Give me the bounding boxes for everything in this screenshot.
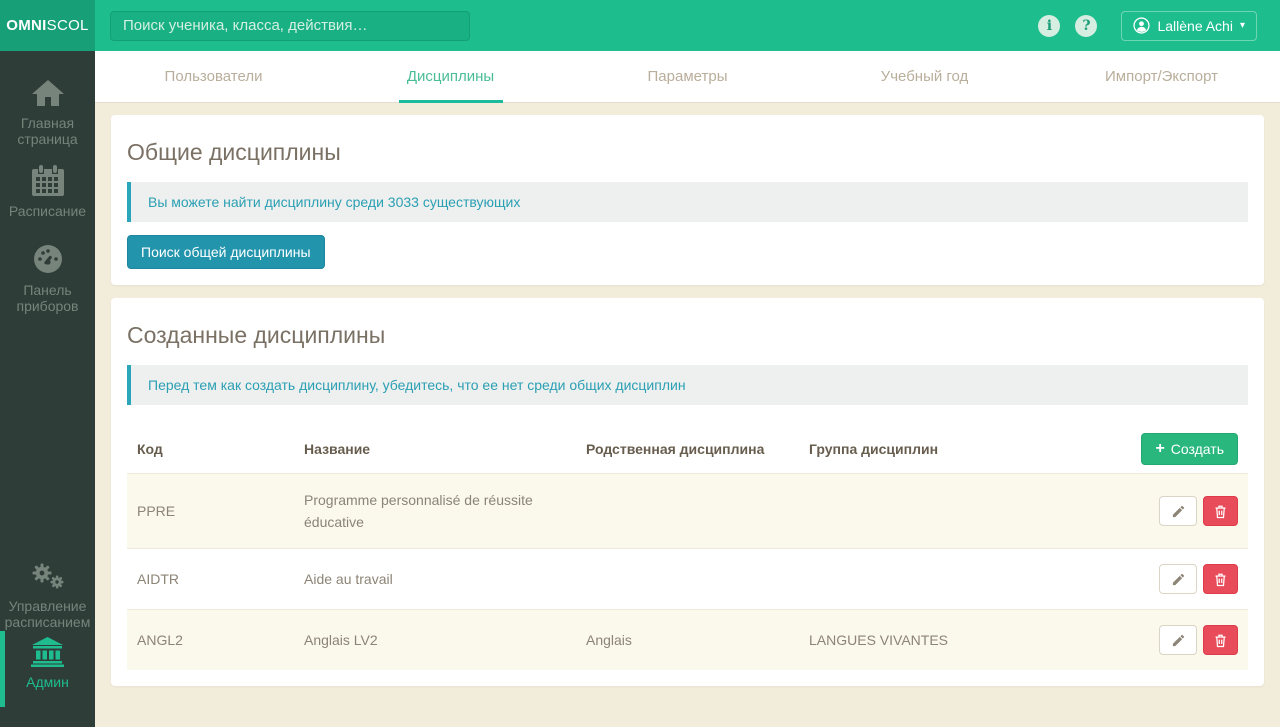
column-header-group: Группа дисциплин	[799, 425, 1029, 474]
caret-down-icon: ▾	[1240, 21, 1245, 31]
tab-disciplines[interactable]: Дисциплины	[332, 51, 569, 102]
cell-code: ANGL2	[127, 610, 294, 671]
sidebar-item-schedule-management[interactable]: Управление расписанием	[0, 554, 95, 636]
plus-icon: +	[1155, 441, 1164, 457]
column-header-name: Название	[294, 425, 576, 474]
help-icon[interactable]: ?	[1075, 15, 1097, 37]
edit-button[interactable]	[1159, 564, 1197, 594]
search-input[interactable]	[110, 11, 470, 41]
sidebar-item-label: Админ	[26, 674, 69, 690]
sidebar-item-label: Панель приборов	[4, 282, 91, 314]
column-header-code: Код	[127, 425, 294, 474]
calendar-icon	[32, 165, 64, 196]
common-disciplines-panel: Общие дисциплины Вы можете найти дисципл…	[111, 115, 1264, 285]
cell-code: PPRE	[127, 474, 294, 549]
cell-name: Anglais LV2	[294, 610, 576, 671]
user-name: Lallène Achi	[1157, 18, 1233, 34]
common-disciplines-title: Общие дисциплины	[127, 139, 1248, 166]
content-area: Пользователи Дисциплины Параметры Учебны…	[95, 51, 1280, 727]
cell-code: AIDTR	[127, 549, 294, 610]
cell-parent: Anglais	[576, 610, 799, 671]
cell-name: Aide au travail	[294, 549, 576, 610]
created-disciplines-info-text: Перед тем как создать дисциплину, убедит…	[148, 377, 686, 393]
topbar-right: i ? Lallène Achi ▾	[1023, 11, 1280, 41]
topbar: OMNISCOL i ? Lallène Achi ▾	[0, 0, 1280, 51]
sidebar-item-label: Главная страница	[4, 115, 91, 147]
pencil-icon	[1171, 572, 1186, 587]
table-row: AIDTR Aide au travail	[127, 549, 1248, 610]
cell-group	[799, 474, 1029, 549]
tab-parameters[interactable]: Параметры	[569, 51, 806, 102]
tab-school-year[interactable]: Учебный год	[806, 51, 1043, 102]
sidebar-item-label: Управление расписанием	[4, 598, 91, 630]
created-disciplines-info-banner: Перед тем как создать дисциплину, убедит…	[127, 365, 1248, 405]
info-icon[interactable]: i	[1038, 15, 1060, 37]
trash-icon	[1213, 572, 1228, 587]
cell-group: LANGUES VIVANTES	[799, 610, 1029, 671]
edit-button[interactable]	[1159, 496, 1197, 526]
home-icon	[31, 78, 65, 108]
user-menu-button[interactable]: Lallène Achi ▾	[1121, 11, 1257, 41]
create-discipline-button[interactable]: + Создать	[1141, 433, 1238, 465]
sidebar-item-schedule[interactable]: Расписание	[0, 159, 95, 225]
cell-parent	[576, 549, 799, 610]
sidebar-item-admin[interactable]: Админ	[0, 631, 95, 707]
column-header-parent: Родственная дисциплина	[576, 425, 799, 474]
admin-tabbar: Пользователи Дисциплины Параметры Учебны…	[95, 51, 1280, 103]
bank-icon	[31, 637, 64, 667]
create-button-label: Создать	[1171, 441, 1224, 457]
sidebar-item-label: Расписание	[9, 203, 86, 219]
tab-import-export[interactable]: Импорт/Экспорт	[1043, 51, 1280, 102]
cell-name: Programme personnalisé de réussite éduca…	[294, 474, 576, 549]
common-disciplines-info-banner: Вы можете найти дисциплину среди 3033 су…	[127, 182, 1248, 222]
delete-button[interactable]	[1203, 564, 1238, 594]
main-panel: Общие дисциплины Вы можете найти дисципл…	[95, 103, 1280, 726]
pencil-icon	[1171, 504, 1186, 519]
created-disciplines-title: Созданные дисциплины	[127, 322, 1248, 349]
created-disciplines-table: Код Название Родственная дисциплина Груп…	[127, 425, 1248, 670]
table-row: ANGL2 Anglais LV2 Anglais LANGUES VIVANT…	[127, 610, 1248, 671]
cell-group	[799, 549, 1029, 610]
cell-parent	[576, 474, 799, 549]
person-icon	[1133, 17, 1150, 34]
table-row: PPRE Programme personnalisé de réussite …	[127, 474, 1248, 549]
sidebar-item-dashboard[interactable]: Панель приборов	[0, 237, 95, 320]
search-common-discipline-button[interactable]: Поиск общей дисциплины	[127, 235, 325, 269]
common-disciplines-info-text: Вы можете найти дисциплину среди 3033 су…	[148, 194, 520, 210]
delete-button[interactable]	[1203, 496, 1238, 526]
edit-button[interactable]	[1159, 625, 1197, 655]
sidebar-item-home[interactable]: Главная страница	[0, 72, 95, 153]
app-logo: OMNISCOL	[0, 0, 95, 51]
pencil-icon	[1171, 633, 1186, 648]
table-header-row: Код Название Родственная дисциплина Груп…	[127, 425, 1248, 474]
trash-icon	[1213, 504, 1228, 519]
dashboard-icon	[31, 243, 65, 275]
sidebar: Главная страница Расписание Панель прибо	[0, 51, 95, 727]
tab-users[interactable]: Пользователи	[95, 51, 332, 102]
trash-icon	[1213, 633, 1228, 648]
gears-icon	[29, 560, 66, 591]
delete-button[interactable]	[1203, 625, 1238, 655]
created-disciplines-panel: Созданные дисциплины Перед тем как созда…	[111, 298, 1264, 686]
